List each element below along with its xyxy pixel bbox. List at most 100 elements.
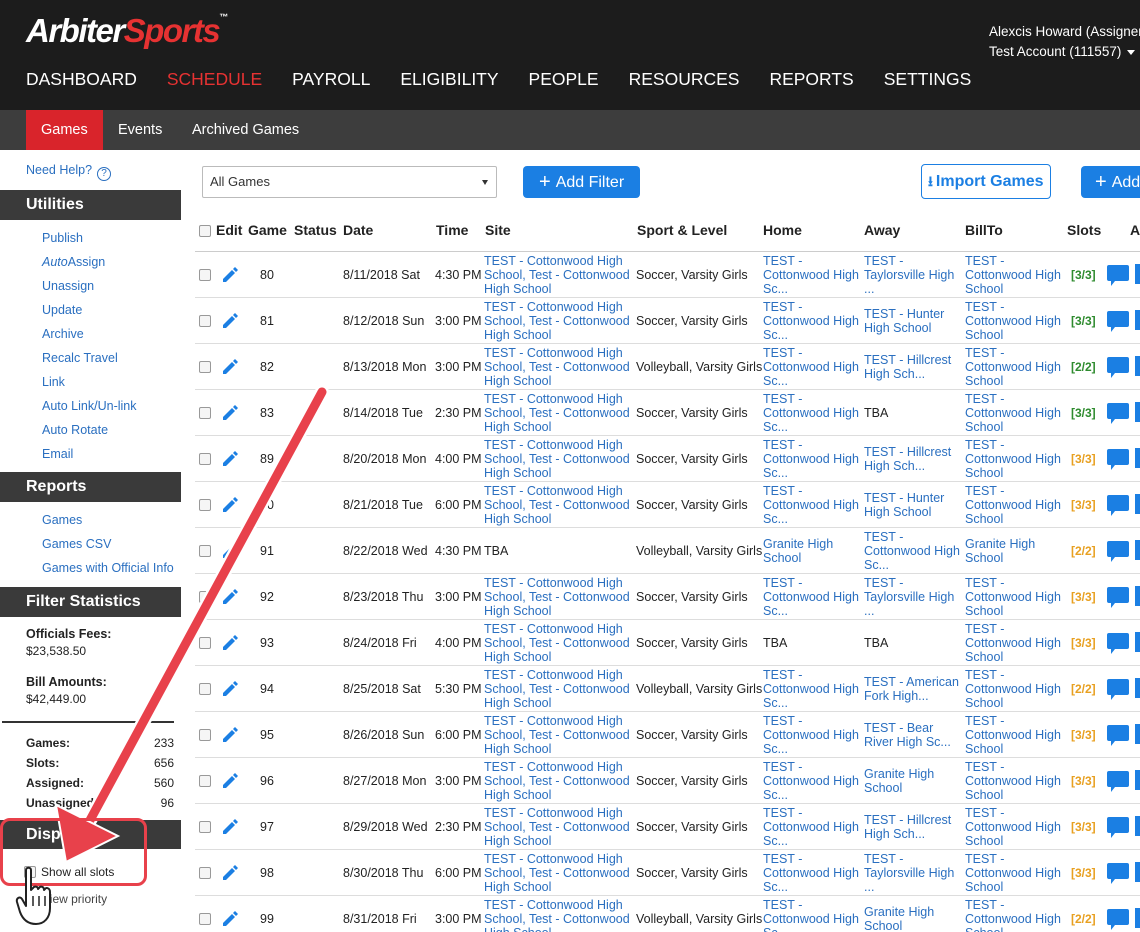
table-row[interactable]: 92 8/23/2018 Thu 3:00 PM TEST - Cottonwood … xyxy=(195,574,1140,620)
site-link[interactable]: TEST - Cottonwood High School, Test - Cot… xyxy=(484,484,630,526)
action-button-partial[interactable] xyxy=(1135,586,1140,606)
arbitersports-logo[interactable]: ArbiterSports™ xyxy=(26,12,228,50)
table-row[interactable]: 99 8/31/2018 Fri 3:00 PM TEST - Cottonwood … xyxy=(195,896,1140,932)
nav-reports[interactable]: REPORTS xyxy=(769,69,853,90)
action-button-partial[interactable] xyxy=(1135,908,1140,928)
col-home[interactable]: Home xyxy=(763,222,802,238)
site-link[interactable]: TEST - Cottonwood High School, Test - Cot… xyxy=(484,806,630,848)
col-edit[interactable]: Edit xyxy=(216,222,242,238)
subnav-events[interactable]: Events xyxy=(103,110,177,150)
home-link[interactable]: TEST -Cottonwood HighSc... xyxy=(763,254,859,296)
away-link[interactable]: TEST - Hillcrest High Sch... xyxy=(864,445,951,473)
site-link[interactable]: TEST - Cottonwood High School, Test - Cot… xyxy=(484,254,630,296)
away-link[interactable]: TEST - Taylorsville High... xyxy=(864,852,954,894)
site-link[interactable]: TEST - Cottonwood High School, Test - Cot… xyxy=(484,760,630,802)
table-row[interactable]: 93 8/24/2018 Fri 4:00 PM TEST - Cottonwood … xyxy=(195,620,1140,666)
table-row[interactable]: 81 8/12/2018 Sun 3:00 PM TEST - Cottonwood … xyxy=(195,298,1140,344)
utility-link[interactable]: Update xyxy=(42,303,82,317)
billto-link[interactable]: TEST -Cottonwood HighSchool xyxy=(965,484,1061,526)
row-checkbox[interactable] xyxy=(199,269,211,281)
billto-link[interactable]: TEST -Cottonwood HighSchool xyxy=(965,898,1061,932)
slots-badge[interactable]: [3/3] xyxy=(1071,452,1096,466)
slots-badge[interactable]: [3/3] xyxy=(1071,406,1096,420)
action-button-partial[interactable] xyxy=(1135,264,1140,284)
action-button-partial[interactable] xyxy=(1135,540,1140,560)
slots-badge[interactable]: [3/3] xyxy=(1071,774,1096,788)
report-link[interactable]: Games CSV xyxy=(42,537,111,551)
home-link[interactable]: TEST -Cottonwood HighSc... xyxy=(763,484,859,526)
slots-badge[interactable]: [3/3] xyxy=(1071,636,1096,650)
slots-badge[interactable]: [3/3] xyxy=(1071,820,1096,834)
nav-people[interactable]: PEOPLE xyxy=(529,69,599,90)
pencil-icon[interactable] xyxy=(221,588,239,606)
billto-link[interactable]: TEST -Cottonwood HighSchool xyxy=(965,668,1061,710)
action-button-partial[interactable] xyxy=(1135,448,1140,468)
site-link[interactable]: TEST - Cottonwood High School, Test - Cot… xyxy=(484,714,630,756)
nav-schedule[interactable]: SCHEDULE xyxy=(167,69,262,90)
add-game-button[interactable]: + Add xyxy=(1081,166,1140,198)
chat-icon[interactable] xyxy=(1107,679,1129,700)
away-link[interactable]: TEST - Taylorsville High... xyxy=(864,576,954,618)
action-button-partial[interactable] xyxy=(1135,356,1140,376)
nav-dashboard[interactable]: DASHBOARD xyxy=(26,69,137,90)
slots-badge[interactable]: [2/2] xyxy=(1071,912,1096,926)
need-help-link[interactable]: Need Help?? xyxy=(26,163,112,181)
filter-select[interactable]: All Games xyxy=(202,166,497,198)
site-link[interactable]: TEST - Cottonwood High School, Test - Cot… xyxy=(484,898,630,932)
chat-icon[interactable] xyxy=(1107,265,1129,286)
chat-icon[interactable] xyxy=(1107,725,1129,746)
row-checkbox[interactable] xyxy=(199,499,211,511)
col-a[interactable]: A xyxy=(1130,222,1140,238)
chat-icon[interactable] xyxy=(1107,541,1129,562)
table-row[interactable]: 98 8/30/2018 Thu 6:00 PM TEST - Cottonwood … xyxy=(195,850,1140,896)
site-link[interactable]: TEST - Cottonwood High School, Test - Cot… xyxy=(484,392,630,434)
chat-icon[interactable] xyxy=(1107,357,1129,378)
action-button-partial[interactable] xyxy=(1135,678,1140,698)
row-checkbox[interactable] xyxy=(199,821,211,833)
pencil-icon[interactable] xyxy=(221,910,239,928)
row-checkbox[interactable] xyxy=(199,637,211,649)
nav-settings[interactable]: SETTINGS xyxy=(884,69,972,90)
slots-badge[interactable]: [3/3] xyxy=(1071,314,1096,328)
pencil-icon[interactable] xyxy=(221,772,239,790)
table-row[interactable]: 91 8/22/2018 Wed 4:30 PM TBA Volleyball, Var… xyxy=(195,528,1140,574)
home-link[interactable]: TEST -Cottonwood HighSc... xyxy=(763,714,859,756)
slots-badge[interactable]: [3/3] xyxy=(1071,498,1096,512)
billto-link[interactable]: TEST -Cottonwood HighSchool xyxy=(965,760,1061,802)
chat-icon[interactable] xyxy=(1107,817,1129,838)
away-link[interactable]: TEST - Hunter High School xyxy=(864,491,944,519)
action-button-partial[interactable] xyxy=(1135,494,1140,514)
utility-link[interactable]: Recalc Travel xyxy=(42,351,118,365)
site-link[interactable]: TEST - Cottonwood High School, Test - Cot… xyxy=(484,852,630,894)
site-link[interactable]: TEST - Cottonwood High School, Test - Cot… xyxy=(484,300,630,342)
row-checkbox[interactable] xyxy=(199,407,211,419)
import-games-button[interactable]: ⭳ Import Games xyxy=(921,164,1051,199)
pencil-icon[interactable] xyxy=(221,450,239,468)
row-checkbox[interactable] xyxy=(199,867,211,879)
slots-badge[interactable]: [3/3] xyxy=(1071,590,1096,604)
chat-icon[interactable] xyxy=(1107,449,1129,470)
utility-link[interactable]: Auto Link/Un-link xyxy=(42,399,137,413)
nav-eligibility[interactable]: ELIGIBILITY xyxy=(400,69,498,90)
site-link[interactable]: TEST - Cottonwood High School, Test - Cot… xyxy=(484,576,630,618)
pencil-icon[interactable] xyxy=(221,818,239,836)
chat-icon[interactable] xyxy=(1107,311,1129,332)
pencil-icon[interactable] xyxy=(221,864,239,882)
home-link[interactable]: TEST -Cottonwood HighSc... xyxy=(763,760,859,802)
nav-payroll[interactable]: PAYROLL xyxy=(292,69,370,90)
chat-icon[interactable] xyxy=(1107,863,1129,884)
home-link[interactable]: TEST -Cottonwood HighSc... xyxy=(763,392,859,434)
row-checkbox[interactable] xyxy=(199,775,211,787)
row-checkbox[interactable] xyxy=(199,545,211,557)
pencil-icon[interactable] xyxy=(221,496,239,514)
action-button-partial[interactable] xyxy=(1135,632,1140,652)
row-checkbox[interactable] xyxy=(199,729,211,741)
table-row[interactable]: 83 8/14/2018 Tue 2:30 PM TEST - Cottonwood … xyxy=(195,390,1140,436)
table-row[interactable]: 90 8/21/2018 Tue 6:00 PM TEST - Cottonwood … xyxy=(195,482,1140,528)
subnav-archived-games[interactable]: Archived Games xyxy=(177,110,314,150)
utility-link[interactable]: Archive xyxy=(42,327,84,341)
report-link[interactable]: Games xyxy=(42,513,82,527)
action-button-partial[interactable] xyxy=(1135,402,1140,422)
pencil-icon[interactable] xyxy=(221,312,239,330)
pencil-icon[interactable] xyxy=(221,680,239,698)
